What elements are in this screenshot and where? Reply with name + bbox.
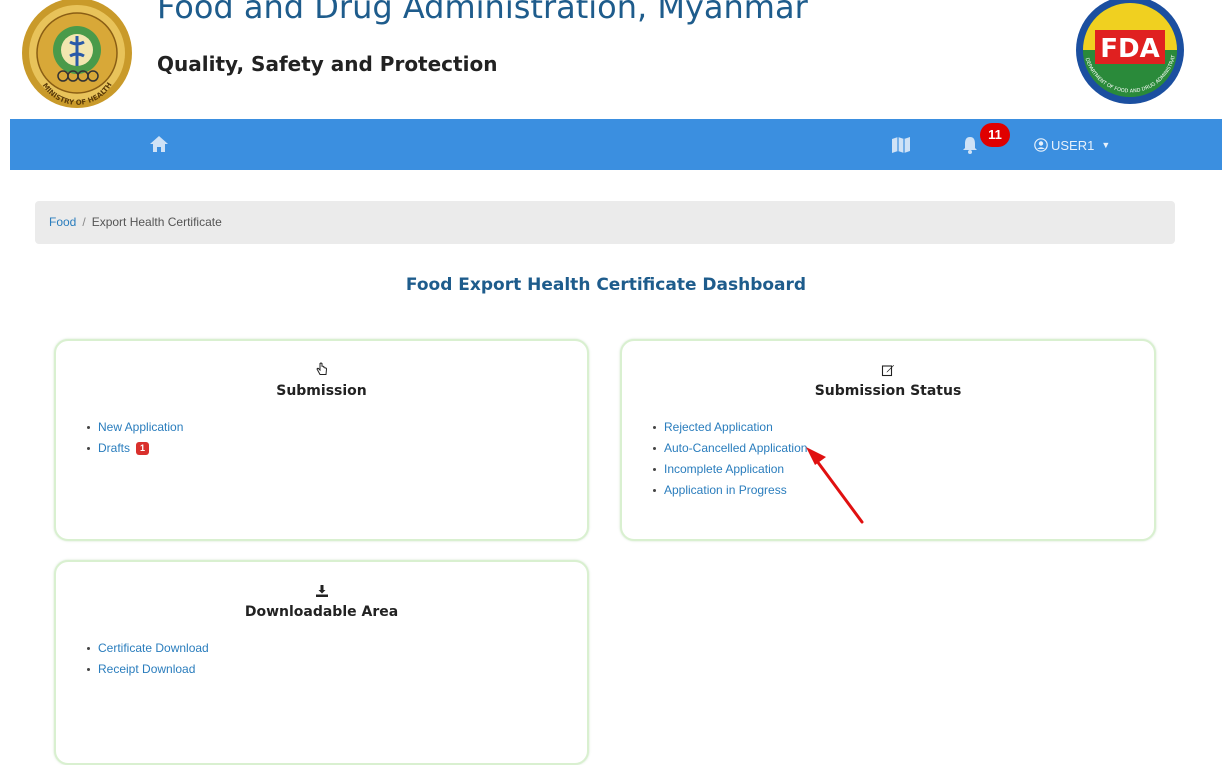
breadcrumb-food-link[interactable]: Food	[49, 215, 76, 229]
list-item: Rejected Application	[652, 417, 807, 438]
list-item: Incomplete Application	[652, 459, 807, 480]
site-title: Food and Drug Administration, Myanmar	[157, 0, 808, 26]
drafts-count-badge: 1	[136, 442, 150, 456]
list-item: Certificate Download	[87, 638, 209, 659]
download-icon	[315, 585, 328, 597]
incomplete-application-link[interactable]: Incomplete Application	[664, 462, 784, 476]
user-name-label: USER1	[1051, 137, 1095, 153]
application-in-progress-link[interactable]: Application in Progress	[664, 483, 787, 497]
submission-list: New Application Drafts 1	[86, 417, 183, 459]
fda-logo: FDA DEPARTMENT OF FOOD AND DRUG ADMINIST…	[1069, 0, 1184, 104]
list-item: Auto-Cancelled Application	[652, 438, 807, 459]
site-tagline: Quality, Safety and Protection	[157, 52, 498, 76]
auto-cancelled-application-link[interactable]: Auto-Cancelled Application	[664, 441, 807, 455]
rejected-application-link[interactable]: Rejected Application	[664, 420, 773, 434]
list-item: New Application	[86, 417, 183, 438]
download-list: Certificate Download Receipt Download	[86, 638, 209, 680]
hand-pointer-icon	[315, 362, 327, 375]
list-item: Application in Progress	[652, 480, 807, 501]
card-title-submission-status: Submission Status	[814, 383, 962, 399]
user-menu[interactable]: USER1 ▼	[1034, 135, 1110, 155]
breadcrumb-current: Export Health Certificate	[91, 215, 222, 229]
certificate-download-link[interactable]: Certificate Download	[98, 641, 209, 655]
drafts-link[interactable]: Drafts	[98, 441, 130, 455]
breadcrumb-separator: /	[82, 215, 86, 229]
submission-card: Submission New Application Drafts 1	[54, 339, 589, 541]
new-application-link[interactable]: New Application	[98, 420, 183, 434]
svg-text:FDA: FDA	[1100, 34, 1159, 64]
top-navbar: 11 USER1 ▼	[10, 119, 1222, 170]
card-title-downloadable-area: Downloadable Area	[244, 604, 399, 620]
card-title-submission: Submission	[276, 383, 367, 399]
receipt-download-link[interactable]: Receipt Download	[98, 662, 195, 676]
page-title: Food Export Health Certificate Dashboard	[405, 275, 807, 295]
ministry-logo: MINISTRY OF HEALTH AND SPORTS	[20, 0, 132, 108]
list-item: Receipt Download	[87, 659, 209, 680]
notification-count-badge[interactable]: 11	[980, 123, 1010, 147]
home-icon[interactable]	[148, 133, 170, 155]
caret-down-icon: ▼	[1101, 140, 1111, 150]
user-circle-icon	[1034, 138, 1048, 152]
status-list: Rejected Application Auto-Cancelled Appl…	[652, 417, 807, 501]
site-header: MINISTRY OF HEALTH AND SPORTS Food and D…	[0, 0, 1222, 118]
map-icon[interactable]	[890, 134, 912, 156]
bell-icon[interactable]	[961, 135, 979, 155]
submission-status-card: Submission Status Rejected Application A…	[620, 339, 1156, 541]
downloadable-area-card: Downloadable Area Certificate Download R…	[54, 560, 589, 765]
breadcrumb: Food / Export Health Certificate	[35, 201, 1175, 244]
list-item: Drafts 1	[86, 438, 183, 459]
edit-icon	[881, 365, 894, 377]
